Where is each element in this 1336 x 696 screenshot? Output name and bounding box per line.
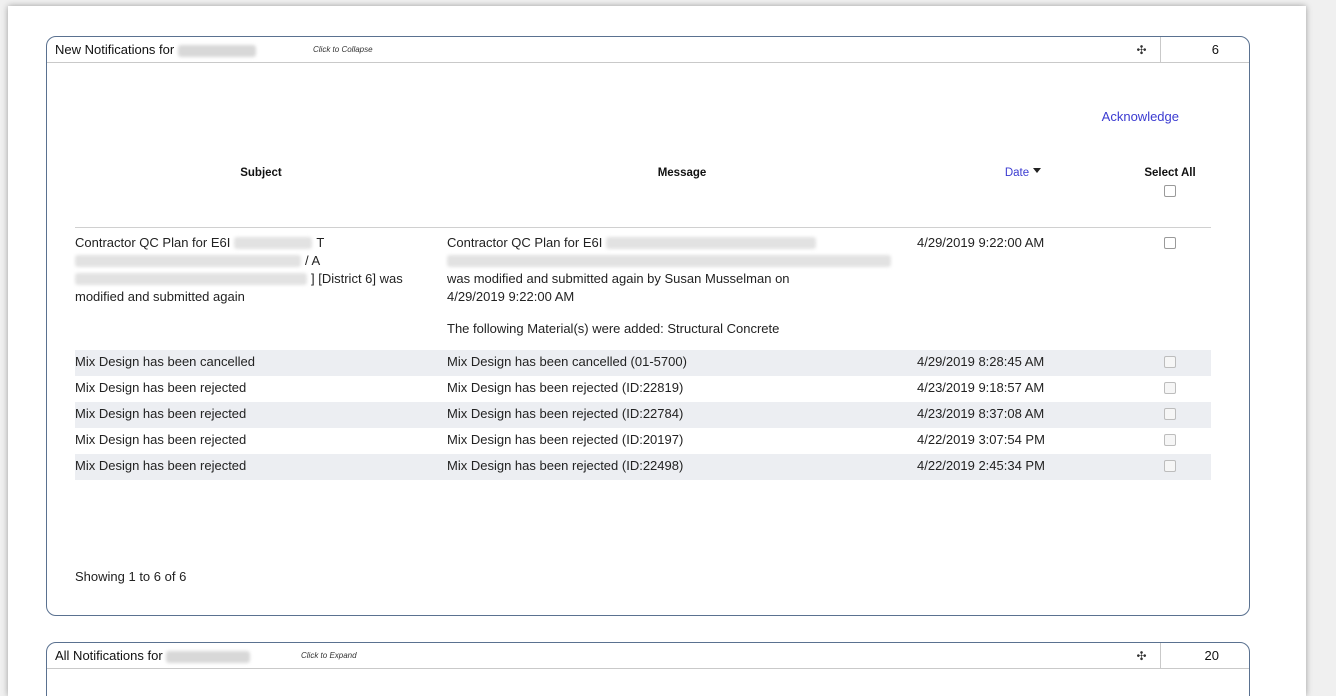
row-checkbox[interactable] [1164, 237, 1176, 250]
table-row: Mix Design has been rejected Mix Design … [75, 453, 1211, 480]
move-arrows-icon[interactable]: ✣ [1123, 37, 1161, 63]
row-message: Mix Design has been rejected (ID:22498) [447, 453, 917, 480]
row-message: Mix Design has been rejected (ID:20197) [447, 431, 684, 447]
redacted-text [75, 255, 301, 268]
table-row: Mix Design has been rejected Mix Design … [75, 401, 1211, 428]
move-arrows-icon[interactable]: ✣ [1123, 643, 1161, 669]
table-header-row: Subject Message Date Select All [75, 159, 1211, 228]
row-message: Mix Design has been rejected (ID:22784) [447, 401, 917, 428]
row-message: Mix Design has been rejected (ID:22819) [447, 379, 684, 395]
redacted-name [177, 44, 256, 57]
all-notifications-title-text: All Notifications for [55, 648, 163, 663]
row-date: 4/22/2019 2:45:34 PM [917, 453, 1129, 480]
row-select [1129, 349, 1211, 376]
row-checkbox[interactable] [1164, 434, 1176, 447]
notifications-table: Subject Message Date Select All Contract… [75, 159, 1211, 480]
row-select [1129, 376, 1211, 402]
redacted-text [606, 237, 817, 250]
row-subject: Mix Design has been rejected [75, 379, 247, 395]
new-notifications-header[interactable]: New Notifications for Click to Collapse … [47, 37, 1249, 63]
row-message: Contractor QC Plan for E6I was modified … [447, 227, 917, 350]
row-checkbox[interactable] [1164, 460, 1176, 473]
row-message: Mix Design has been cancelled (01-5700) [447, 349, 917, 376]
all-notifications-panel: All Notifications for Click to Expand ✣ … [46, 642, 1250, 696]
row-date: 4/29/2019 8:28:45 AM [917, 349, 1129, 376]
row-select [1129, 227, 1211, 350]
new-notifications-panel: New Notifications for Click to Collapse … [46, 36, 1250, 616]
row-date: 4/23/2019 8:37:08 AM [917, 401, 1129, 428]
pagination-summary: Showing 1 to 6 of 6 [75, 569, 187, 584]
redacted-text [447, 255, 891, 268]
row-subject: Contractor QC Plan for E6I T / A ] [Distr… [75, 234, 403, 304]
page-frame: New Notifications for Click to Collapse … [8, 6, 1306, 696]
column-select-all: Select All [1129, 159, 1211, 228]
row-subject: Mix Design has been rejected [75, 401, 447, 428]
all-notifications-count: 20 [1204, 648, 1219, 663]
row-date: 4/29/2019 9:22:00 AM [917, 234, 1045, 250]
row-date: 4/22/2019 3:07:54 PM [917, 431, 1045, 447]
expand-hint[interactable]: Click to Expand [301, 651, 357, 660]
row-checkbox[interactable] [1164, 356, 1176, 369]
redacted-name [166, 650, 251, 663]
row-select [1129, 401, 1211, 428]
table-row: Mix Design has been rejected Mix Design … [75, 428, 1211, 454]
row-date: 4/23/2019 9:18:57 AM [917, 379, 1045, 395]
row-select [1129, 453, 1211, 480]
row-checkbox[interactable] [1164, 382, 1176, 395]
table-row: Contractor QC Plan for E6I T / A ] [Distr… [75, 227, 1211, 350]
column-message[interactable]: Message [447, 159, 917, 228]
row-checkbox[interactable] [1164, 408, 1176, 421]
row-subject: Mix Design has been rejected [75, 431, 247, 447]
select-all-checkbox[interactable] [1164, 185, 1176, 197]
all-notifications-header[interactable]: All Notifications for Click to Expand ✣ … [47, 643, 1249, 669]
sort-desc-icon [1033, 168, 1042, 174]
redacted-text [75, 273, 307, 286]
table-row: Mix Design has been cancelled Mix Design… [75, 349, 1211, 376]
select-all-label: Select All [1144, 167, 1196, 179]
new-notifications-title: New Notifications for [55, 42, 256, 57]
collapse-hint[interactable]: Click to Collapse [313, 45, 373, 54]
row-subject: Mix Design has been rejected [75, 453, 447, 480]
column-date[interactable]: Date [917, 159, 1129, 228]
column-subject[interactable]: Subject [75, 159, 447, 228]
row-subject: Mix Design has been cancelled [75, 349, 447, 376]
row-select [1129, 428, 1211, 454]
new-notifications-count: 6 [1211, 42, 1219, 57]
new-notifications-title-text: New Notifications for [55, 42, 175, 57]
acknowledge-link[interactable]: Acknowledge [1102, 109, 1179, 124]
redacted-text [234, 237, 313, 250]
all-notifications-title: All Notifications for [55, 648, 251, 663]
table-row: Mix Design has been rejected Mix Design … [75, 376, 1211, 402]
